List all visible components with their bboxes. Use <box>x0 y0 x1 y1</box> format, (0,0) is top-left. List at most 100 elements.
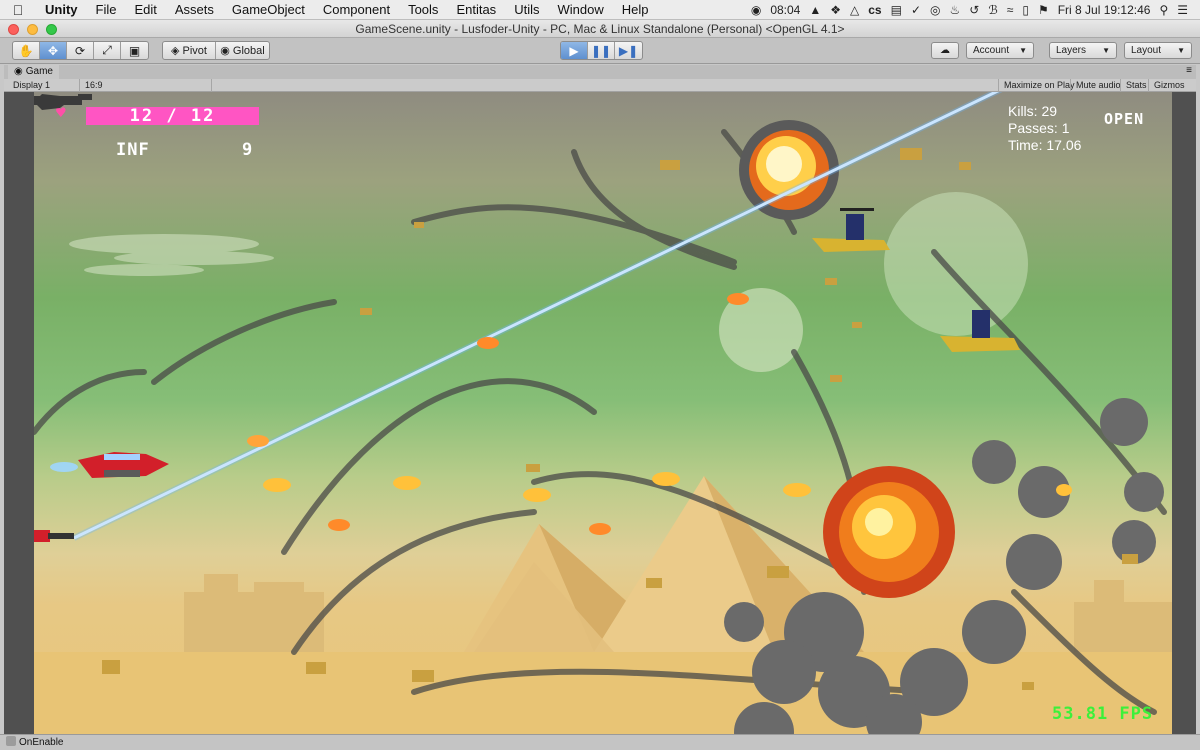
fps-counter: 53.81 FPS <box>1052 704 1154 724</box>
battery-icon[interactable]: ▯ <box>1022 3 1029 17</box>
global-label: Global <box>232 44 265 57</box>
menu-component[interactable]: Component <box>314 2 399 17</box>
adobe-icon[interactable]: ▲ <box>809 3 821 17</box>
apple-menu-icon[interactable]:  <box>0 2 36 18</box>
close-window-button[interactable] <box>8 24 19 35</box>
gizmos-dropdown[interactable]: Gizmos <box>1148 79 1190 92</box>
enemy-jetski <box>812 208 890 252</box>
viewport-letterbox-left <box>4 92 34 734</box>
search-icon[interactable]: ⚲ <box>1159 3 1168 17</box>
console-status-bar[interactable]: OnEnable <box>0 734 1200 750</box>
clouds <box>69 234 274 276</box>
pivot-toggles: ◈ Pivot ◉ Global <box>162 41 270 60</box>
play-controls: ▶ ❚❚ ▶❚ <box>560 41 643 60</box>
game-tab-icon: ◉ <box>14 66 23 77</box>
large-moon <box>884 192 1028 336</box>
layers-label: Layers <box>1056 45 1087 56</box>
pause-icon[interactable]: ❚❚ <box>588 42 615 59</box>
drive-icon[interactable]: △ <box>850 3 859 17</box>
cs-icon[interactable]: cs <box>868 3 881 17</box>
game-view-tab-strip: ◉ Game ≡ <box>4 65 1196 79</box>
chevron-down-icon: ▼ <box>1019 46 1027 55</box>
app-menu[interactable]: Unity <box>36 2 87 17</box>
zoom-window-button[interactable] <box>46 24 57 35</box>
step-icon[interactable]: ▶❚ <box>615 42 642 59</box>
window-title-bar: GameScene.unity - Lusfoder-Unity - PC, M… <box>0 20 1200 38</box>
minimize-window-button[interactable] <box>27 24 38 35</box>
aspect-dropdown[interactable]: 16:9 <box>80 79 212 92</box>
layout-dropdown[interactable]: Layout ▼ <box>1124 42 1192 59</box>
play-icon[interactable]: ▶ <box>561 42 588 59</box>
window-title: GameScene.unity - Lusfoder-Unity - PC, M… <box>355 22 845 36</box>
tab-game[interactable]: ◉ Game <box>8 65 59 79</box>
health-bar: 12 / 12 <box>86 107 259 125</box>
menu-gameobject[interactable]: GameObject <box>223 2 314 17</box>
menu-tools[interactable]: Tools <box>399 2 447 17</box>
vpn-icon[interactable]: ◎ <box>930 3 940 17</box>
move-tool-icon[interactable]: ✥ <box>40 42 67 59</box>
dropbox-icon[interactable]: ❖ <box>830 3 841 17</box>
rect-tool-icon[interactable]: ▣ <box>121 42 148 59</box>
tab-menu-icon[interactable]: ≡ <box>1186 65 1192 76</box>
menu-entitas[interactable]: Entitas <box>447 2 505 17</box>
viewport-letterbox-right <box>1172 92 1196 734</box>
menu-assets[interactable]: Assets <box>166 2 223 17</box>
unity-toolbar: ✋ ✥ ⟳ ⤢ ▣ ◈ Pivot ◉ Global ▶ ❚❚ ▶❚ ☁ Accou… <box>0 38 1200 64</box>
layers-dropdown[interactable]: Layers ▼ <box>1049 42 1117 59</box>
menubar-clock-small[interactable]: 08:04 <box>770 3 800 17</box>
rocket-count: 9 <box>242 140 253 160</box>
display-dropdown[interactable]: Display 1 <box>8 79 80 92</box>
mute-audio-toggle[interactable]: Mute audio <box>1070 79 1126 92</box>
maximize-on-play-toggle[interactable]: Maximize on Play <box>998 79 1080 92</box>
passes-counter: Passes: 1 <box>1008 120 1070 136</box>
list-icon[interactable]: ☰ <box>1177 3 1188 17</box>
aspect-label: 16:9 <box>85 80 103 90</box>
menu-edit[interactable]: Edit <box>125 2 165 17</box>
pivot-icon: ◈ <box>171 45 180 57</box>
menu-utils[interactable]: Utils <box>505 2 548 17</box>
mute-label: Mute audio <box>1076 80 1121 90</box>
wifi-icon[interactable]: ≈ <box>1007 3 1014 17</box>
clipboard-icon[interactable]: ▤ <box>891 3 902 17</box>
stats-label: Stats <box>1126 80 1147 90</box>
time-machine-icon[interactable]: ↺ <box>969 3 979 17</box>
menu-help[interactable]: Help <box>613 2 658 17</box>
hand-tool-icon[interactable]: ✋ <box>13 42 40 59</box>
pivot-label: Pivot <box>182 44 207 57</box>
scale-tool-icon[interactable]: ⤢ <box>94 42 121 59</box>
ammo-value: INF <box>116 140 150 160</box>
flag-icon[interactable]: ⚑ <box>1038 3 1049 17</box>
volume-icon[interactable]: ♨ <box>949 3 960 17</box>
large-explosion <box>823 466 955 598</box>
stats-toggle[interactable]: Stats <box>1120 79 1152 92</box>
display-label: Display 1 <box>13 80 51 90</box>
game-scene-art <box>34 92 1172 734</box>
time-counter: Time: 17.06 <box>1008 137 1082 153</box>
account-dropdown[interactable]: Account ▼ <box>966 42 1034 59</box>
menu-window[interactable]: Window <box>548 2 612 17</box>
maximize-label: Maximize on Play <box>1004 80 1075 90</box>
chevron-down-icon: ▼ <box>1102 46 1110 55</box>
game-viewport[interactable]: ♥ 12 / 12 INF 9 Kills: 29 Passes: 1 Time… <box>4 92 1196 734</box>
kills-counter: Kills: 29 <box>1008 103 1058 119</box>
chevron-down-icon: ▼ <box>1177 46 1185 55</box>
transform-tools: ✋ ✥ ⟳ ⤢ ▣ <box>12 41 149 60</box>
check-circle-icon[interactable]: ✓ <box>911 3 921 17</box>
pivot-button[interactable]: ◈ Pivot <box>163 42 216 59</box>
game-view-controls: Display 1 16:9 Maximize on Play Mute aud… <box>4 79 1196 92</box>
record-icon[interactable]: ◉ <box>751 3 761 17</box>
desert-floor <box>34 652 1172 734</box>
game-scene[interactable]: ♥ 12 / 12 INF 9 Kills: 29 Passes: 1 Time… <box>34 92 1172 734</box>
global-button[interactable]: ◉ Global <box>216 42 269 59</box>
status-message: OnEnable <box>19 737 64 748</box>
globe-icon: ◉ <box>220 45 230 57</box>
menu-file[interactable]: File <box>87 2 126 17</box>
cloud-button[interactable]: ☁ <box>931 42 959 59</box>
menubar-date-time[interactable]: Fri 8 Jul 19:12:46 <box>1058 3 1151 17</box>
top-explosion <box>739 120 839 220</box>
bluetooth-icon[interactable]: ℬ <box>988 3 997 17</box>
score-panel: Kills: 29 Passes: 1 Time: 17.06 <box>1008 103 1081 154</box>
rotate-tool-icon[interactable]: ⟳ <box>67 42 94 59</box>
game-tab-label: Game <box>25 66 53 77</box>
player-ship <box>50 452 169 478</box>
